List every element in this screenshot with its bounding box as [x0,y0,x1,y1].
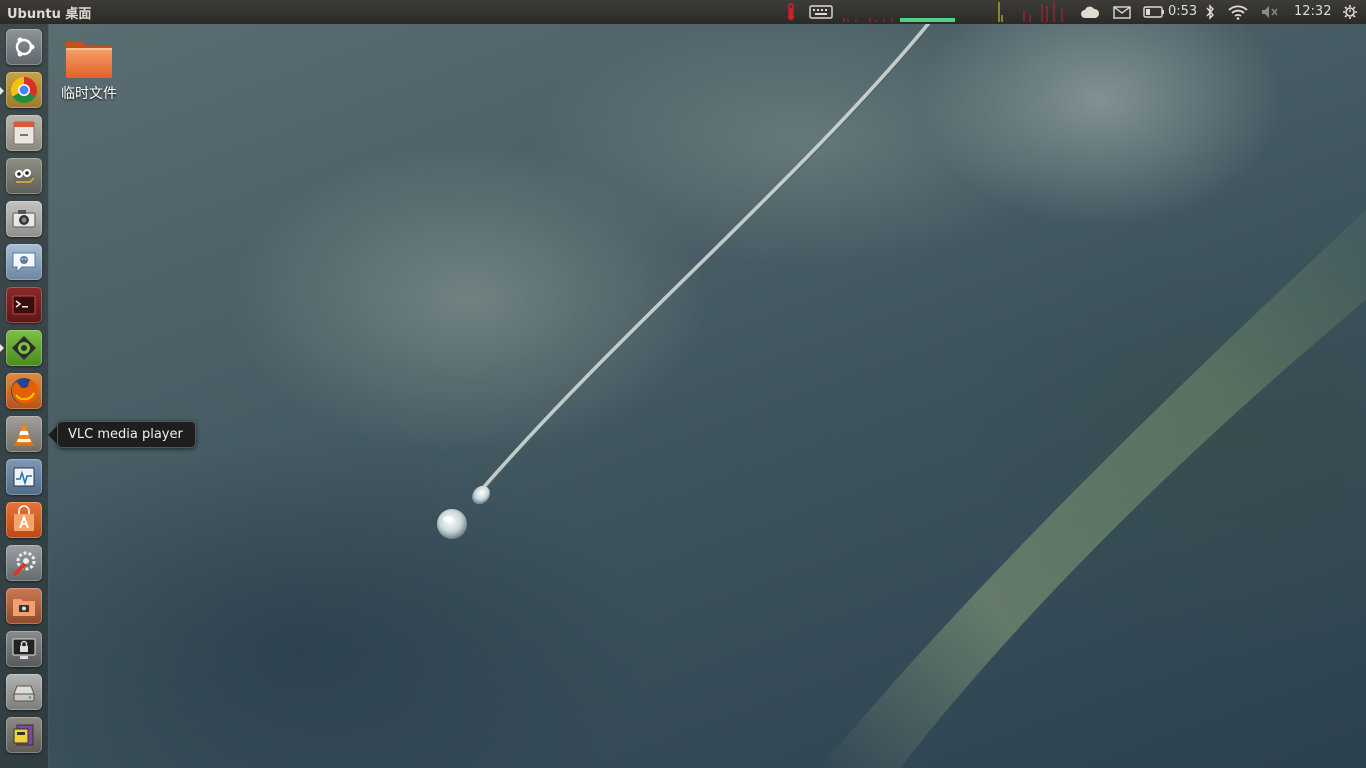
launcher-item-terminal[interactable] [6,287,42,323]
tooltip-label: VLC media player [57,421,196,448]
launcher-item-vlc[interactable] [6,416,42,452]
software-center-bag-icon [14,505,34,531]
clock[interactable]: 12:32 [1294,4,1331,19]
launcher-item-screenshot[interactable] [6,588,42,624]
window-title: Ubuntu 桌面 [7,7,92,22]
ubuntu-logo-icon [15,37,35,57]
launcher-item-files[interactable] [6,115,42,151]
running-indicator [0,87,4,95]
cloud-icon[interactable] [1078,0,1102,24]
file-cabinet-icon [13,121,35,145]
launcher-item-system-settings[interactable] [6,545,42,581]
thermometer-icon[interactable] [784,0,798,24]
battery-time-remaining[interactable]: 0:53 [1168,4,1197,19]
mail-icon[interactable] [1110,0,1134,24]
vlc-cone-icon [14,422,34,446]
desktop-wallpaper [0,0,1366,768]
running-indicator [0,344,4,352]
launcher-item-firefox[interactable] [6,373,42,409]
tooltip-arrow [48,425,57,444]
launcher-item-lock-screen[interactable] [6,631,42,667]
qt-creator-icon [12,336,36,360]
launcher-item-workspaces[interactable] [6,717,42,753]
camera-icon [12,210,36,228]
launcher-item-system-monitor[interactable] [6,459,42,495]
launcher-item-chrome[interactable] [6,72,42,108]
launcher-item-messaging[interactable] [6,244,42,280]
launcher-item-qt-creator[interactable] [6,330,42,366]
terminal-icon [12,295,36,315]
workspace-switcher-icon [13,724,34,746]
keyboard-icon[interactable] [808,0,834,24]
orange-folder-icon [66,42,112,78]
network-load-graph[interactable] [992,0,1067,24]
settings-wrench-icon [13,551,36,576]
launcher-item-gimp[interactable] [6,158,42,194]
launcher-item-camera[interactable] [6,201,42,237]
desktop-icon-folder[interactable]: 临时文件 [56,38,122,104]
hard-drive-icon [13,685,35,702]
bluetooth-icon[interactable] [1202,0,1218,24]
firefox-icon [11,378,38,404]
system-monitor-icon [13,467,35,487]
top-panel: Ubuntu 桌面 0:53 12:32 [0,0,1366,24]
launcher-item-drive[interactable] [6,674,42,710]
gimp-icon [13,169,35,186]
system-load-graph[interactable] [840,0,958,24]
chrome-icon [10,76,37,104]
desktop-icon-label: 临时文件 [61,86,117,102]
wallpaper-art [437,20,1366,768]
volume-muted-icon[interactable] [1258,0,1282,24]
battery-icon[interactable] [1142,0,1166,24]
folder-camera-icon [13,599,35,616]
monitor-lock-icon [12,638,36,659]
launcher [0,24,49,768]
chat-bubble-icon [12,252,36,274]
wifi-icon[interactable] [1226,0,1250,24]
dash-home-button[interactable] [6,29,42,65]
launcher-tooltip: VLC media player [48,421,196,448]
session-gear-icon[interactable] [1340,0,1360,24]
launcher-item-software-center[interactable] [6,502,42,538]
